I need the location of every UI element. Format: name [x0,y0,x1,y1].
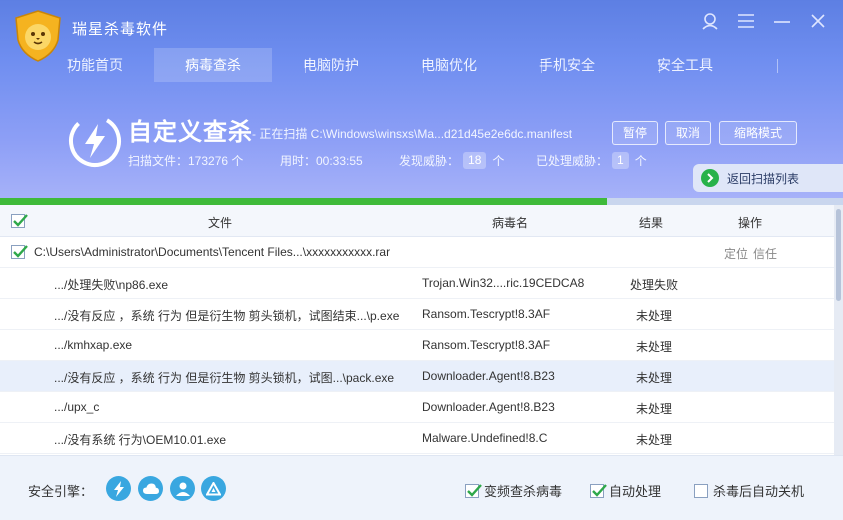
table-row-selected[interactable]: .../没有反应 ，系统 行为 但是衍生物 剪头锁机，试图...\pack.ex… [0,361,834,392]
threats-found-stat: 发现威胁： 18 个 [399,152,536,169]
tab-pc-protection[interactable]: 电脑防护 [272,48,390,82]
scrollbar-thumb[interactable] [836,209,841,301]
scan-current-file: - 正在扫描 C:\Windows\winsxs\Ma...d21d45e2e6… [252,127,573,141]
main-nav: 功能首页 病毒查杀 电脑防护 电脑优化 手机安全 安全工具 [36,48,778,82]
threats-unit: 个 [492,154,505,168]
table-row[interactable]: .../处理失败\np86.exe Trojan.Win32....ric.19… [0,268,834,299]
trust-link[interactable]: 信任 [753,245,777,262]
footer: 安全引擎： 变频查杀病毒 自动处理 杀毒后自动关机 [0,455,843,520]
handled-count: 1 [612,152,629,169]
tab-mobile-security[interactable]: 手机安全 [508,48,626,82]
row-result: 处理失败 [630,278,679,292]
threat-table: 文件 病毒名 结果 操作 C:\Users\Administrator\Docu… [0,205,834,455]
nav-separator [305,59,306,73]
table-scrollbar[interactable] [834,205,843,455]
handled-unit: 个 [634,154,647,168]
header-virus-name: 病毒名 [492,216,529,230]
row-file: .../没有反应 ，系统 行为 但是衍生物 剪头锁机，试图...\pack.ex… [54,371,395,385]
cloud-icon[interactable] [138,476,163,501]
engine-label: 安全引擎： [28,484,94,499]
table-row[interactable]: .../没有反应 ，系统 行为 但是衍生物 剪头锁机，试图结束...\p.exe… [0,299,834,330]
row-result: 未处理 [636,433,673,447]
row-file: .../处理失败\np86.exe [54,278,169,292]
header-result: 结果 [639,216,664,230]
tab-security-tools[interactable]: 安全工具 [626,48,744,82]
row-virus: Downloader.Agent!8.B23 [422,400,555,414]
return-scan-list-label: 返回扫描列表 [727,171,800,186]
row-file: .../kmhxap.exe [54,338,133,352]
auto-handle-option[interactable]: 自动处理 [590,481,661,500]
table-group-row[interactable]: C:\Users\Administrator\Documents\Tencent… [0,237,834,268]
header: 瑞星杀毒软件 功能首页 病毒查杀 电脑防护 电脑优化 手机安全 安全工具 自定义 [0,0,843,200]
arrow-right-icon [701,169,719,187]
tab-pc-optimize[interactable]: 电脑优化 [390,48,508,82]
row-virus: Trojan.Win32....ric.19CEDCA8 [422,276,585,290]
row-virus: Malware.Undefined!8.C [422,431,548,445]
row-result: 未处理 [636,402,673,416]
row-file: .../upx_c [54,400,100,414]
close-icon[interactable] [805,10,831,32]
locate-link[interactable]: 定位 [724,245,748,262]
group-path: C:\Users\Administrator\Documents\Tencent… [34,245,391,259]
nav-separator [423,59,424,73]
scan-stats: 扫描文件：173276 个 用时：00:33:55 发现威胁： 18 个 已处理… [128,152,647,169]
nav-separator [541,59,542,73]
scan-lightning-icon [69,115,121,167]
scan-progress-bar [0,198,843,205]
header-file: 文件 [208,216,233,230]
nav-separator [187,59,188,73]
auto-shutdown-checkbox[interactable] [694,483,708,498]
pause-button[interactable]: 暂停 [612,121,658,145]
recycle-icon[interactable] [201,476,226,501]
group-checkbox[interactable] [11,245,28,259]
row-file: .../没有反应 ，系统 行为 但是衍生物 剪头锁机，试图结束...\p.exe [54,309,400,323]
row-result: 未处理 [636,371,673,385]
row-result: 未处理 [636,309,673,323]
scan-progress-fill [0,198,607,205]
frequency-scan-checkbox[interactable] [465,483,482,498]
select-all-checkbox[interactable] [11,214,28,228]
tab-virus-scan[interactable]: 病毒查杀 [154,48,272,82]
menu-icon[interactable] [733,10,759,32]
frequency-scan-label: 变频查杀病毒 [484,484,563,499]
auto-handle-label: 自动处理 [609,484,662,499]
row-file: .../没有系统 行为\OEM10.01.exe [54,433,227,447]
row-virus: Ransom.Tescrypt!8.3AF [422,307,551,321]
minimize-icon[interactable] [769,10,795,32]
handled-threats-stat: 已处理威胁： 1 个 [536,152,647,169]
app-title: 瑞星杀毒软件 [72,21,169,38]
table-header: 文件 病毒名 结果 操作 [0,205,834,237]
scanned-files-stat: 扫描文件：173276 个 [128,154,244,168]
tab-home[interactable]: 功能首页 [36,48,154,82]
row-result: 未处理 [636,340,673,354]
frequency-scan-option[interactable]: 变频查杀病毒 [465,481,562,500]
cancel-button[interactable]: 取消 [665,121,711,145]
user-icon[interactable] [697,10,723,32]
nav-separator [659,59,660,73]
nav-separator [777,59,778,73]
auto-shutdown-label: 杀毒后自动关机 [713,484,805,499]
mini-mode-button[interactable]: 缩略模式 [719,121,797,145]
header-action: 操作 [738,216,763,230]
threats-label: 发现威胁： [399,154,460,168]
person-icon[interactable] [170,476,195,501]
row-virus: Ransom.Tescrypt!8.3AF [422,338,551,352]
table-row[interactable]: .../upx_c Downloader.Agent!8.B23 未处理 [0,392,834,423]
return-scan-list-button[interactable]: 返回扫描列表 [693,164,843,192]
scan-title: 自定义查杀 [128,119,253,146]
auto-shutdown-option[interactable]: 杀毒后自动关机 [694,481,804,500]
window-controls [697,10,831,32]
table-row[interactable]: .../没有系统 行为\OEM10.01.exe Malware.Undefin… [0,423,834,454]
threats-count: 18 [463,152,487,169]
elapsed-time-stat: 用时：00:33:55 [280,154,363,168]
lightning-icon[interactable] [106,476,131,501]
row-virus: Downloader.Agent!8.B23 [422,369,555,383]
table-row[interactable]: .../kmhxap.exe Ransom.Tescrypt!8.3AF 未处理 [0,330,834,361]
auto-handle-checkbox[interactable] [590,483,607,498]
handled-label: 已处理威胁： [536,154,609,168]
